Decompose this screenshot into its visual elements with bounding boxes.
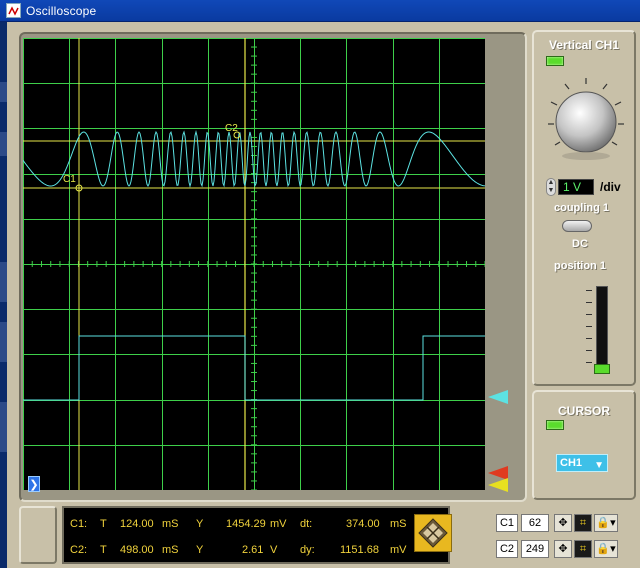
spin-arrows-icon[interactable]: ▲ ▼ <box>546 178 556 196</box>
c1-y-value: 1454.29 <box>226 518 266 530</box>
scope-screen[interactable]: C1 C2 <box>23 38 485 490</box>
c2-y-label: Y <box>196 544 204 556</box>
volts-div-knob[interactable] <box>544 72 628 173</box>
c2-y-value: 2.61 <box>242 544 264 556</box>
c1-y-unit: mV <box>270 518 287 530</box>
c2-position-input[interactable]: 249 <box>521 540 549 558</box>
volts-div-value[interactable]: 1 V <box>558 179 594 195</box>
c2-control-label: C2 <box>496 540 518 558</box>
dt-value: 374.00 <box>346 518 380 530</box>
cursor-led-indicator <box>546 420 564 430</box>
dt-label: dt: <box>300 518 313 530</box>
chevron-down-icon: ▼ <box>594 460 604 471</box>
cursor-panel-title: CURSOR <box>557 404 610 418</box>
volts-div-spinbox[interactable]: ▲ ▼ 1 V <box>546 178 596 196</box>
title-bar: Oscilloscope <box>0 0 640 22</box>
c2-t-value: 498.00 <box>120 544 154 556</box>
coupling-label: coupling 1 <box>554 202 609 214</box>
cursor-panel: CURSOR CH1 ▼ <box>532 390 636 500</box>
c2-y-unit: V <box>270 544 278 556</box>
position-slider-track[interactable] <box>596 286 608 372</box>
window-title: Oscilloscope <box>26 4 97 18</box>
c2-label: C2: <box>70 544 88 556</box>
position-slider-thumb[interactable] <box>594 364 610 374</box>
trace-level-marker-icon[interactable] <box>488 390 508 404</box>
c1-y-label: Y <box>196 518 204 530</box>
lock-dropdown-icon[interactable]: 🔒▾ <box>594 540 618 558</box>
c1-t-unit: mS <box>162 518 179 530</box>
coupling-value: DC <box>572 238 588 250</box>
dy-unit: mV <box>390 544 407 556</box>
dt-unit: mS <box>390 518 407 530</box>
move-icon[interactable]: ✥ <box>554 540 572 558</box>
volts-div-unit: /div <box>600 180 621 194</box>
c2-t-label: T <box>100 544 107 556</box>
cursor-label-c2: C2 <box>225 123 238 134</box>
dy-label: dy: <box>300 544 315 556</box>
c1-t-label: T <box>100 518 107 530</box>
vertical-panel-title: Vertical CH1 <box>548 38 620 52</box>
coupling-toggle[interactable] <box>562 220 592 232</box>
readout-side-panel <box>19 506 57 564</box>
lock-dropdown-icon[interactable]: 🔒▾ <box>594 514 618 532</box>
c1-control-label: C1 <box>496 514 518 532</box>
position-label: position 1 <box>554 260 606 272</box>
cursor-level-marker-icon[interactable] <box>488 478 508 492</box>
crosshair-icon[interactable]: ⌗ <box>574 514 592 532</box>
cursor-label-c1: C1 <box>63 174 76 185</box>
crosshair-icon[interactable]: ⌗ <box>574 540 592 558</box>
cursor-channel-value: CH1 <box>560 457 583 469</box>
app-icon[interactable] <box>6 3 21 18</box>
cursor-channel-select[interactable]: CH1 ▼ <box>556 454 608 472</box>
dy-value: 1151.68 <box>340 544 379 556</box>
c1-position-input[interactable]: 62 <box>521 514 549 532</box>
c2-t-unit: mS <box>162 544 179 556</box>
cursor-move-pad[interactable] <box>414 514 452 552</box>
diamond-arrows-icon <box>418 518 448 548</box>
background-window-strip <box>0 22 7 568</box>
vertical-led-indicator <box>546 56 564 66</box>
c1-label: C1: <box>70 518 88 530</box>
vertical-ch1-panel: Vertical CH1 ▲ ▼ 1 V /div coupling 1 DC … <box>532 30 636 386</box>
move-icon[interactable]: ✥ <box>554 514 572 532</box>
c1-t-value: 124.00 <box>120 518 154 530</box>
cursor-readout-panel: C1: T 124.00 mS Y 1454.29 mV dt: 374.00 … <box>62 506 450 564</box>
scroll-right-arrow-icon[interactable]: ❯ <box>28 476 40 492</box>
